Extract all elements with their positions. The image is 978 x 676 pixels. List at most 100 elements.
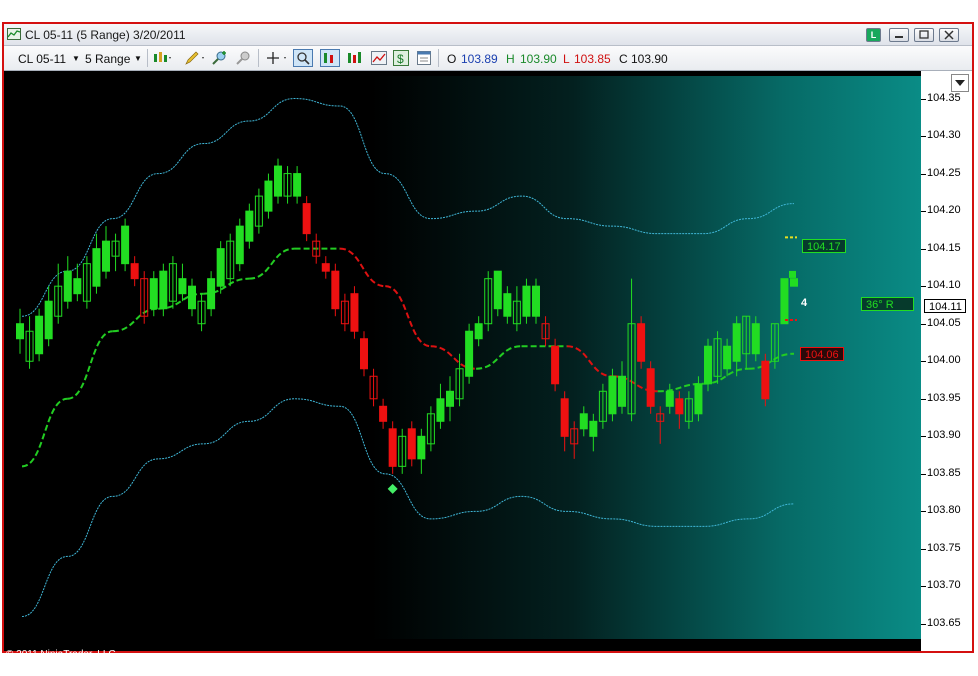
signal-diamond xyxy=(387,483,398,494)
zoom-in-icon[interactable] xyxy=(212,50,228,66)
candle-body xyxy=(532,285,540,317)
crosshair-icon[interactable] xyxy=(265,50,289,66)
close-icon xyxy=(944,30,954,40)
y-tick-label: 103.65 xyxy=(927,616,961,629)
y-tick-mark xyxy=(921,98,926,100)
price-plot[interactable] xyxy=(4,76,921,639)
link-button[interactable]: L xyxy=(866,28,881,42)
candle-body xyxy=(417,435,426,460)
maximize-button[interactable] xyxy=(914,28,934,42)
indicators-icon[interactable] xyxy=(346,50,362,66)
candle-body xyxy=(780,278,789,325)
chart-trader-icon[interactable]: $ xyxy=(393,50,409,66)
candle-body xyxy=(149,278,158,310)
price-panel[interactable] xyxy=(4,76,921,639)
x-tick-label: 20:24 xyxy=(484,665,510,676)
candle-body xyxy=(761,360,770,400)
candle-body xyxy=(130,263,139,280)
y-tick-mark xyxy=(921,548,926,550)
y-tick-label: 103.80 xyxy=(927,504,961,517)
instrument-selector[interactable]: CL 05-11 xyxy=(18,52,66,66)
draw-pencil-icon[interactable] xyxy=(184,50,206,66)
minimize-button[interactable] xyxy=(889,28,909,42)
candle-body xyxy=(35,315,44,355)
title-bar[interactable]: CL 05-11 (5 Range) 3/20/2011 L xyxy=(4,24,972,46)
candle-body xyxy=(665,390,674,407)
moving-average-segment xyxy=(67,330,114,400)
window-title: CL 05-11 (5 Range) 3/20/2011 xyxy=(25,28,186,42)
y-tick-label: 103.70 xyxy=(927,579,961,592)
x-tick-label: 20:31 xyxy=(664,665,690,676)
candle-body xyxy=(207,278,216,310)
candle-body xyxy=(379,405,388,422)
y-tick-label: 103.75 xyxy=(927,541,961,554)
candle-body xyxy=(618,375,626,407)
y-tick-mark xyxy=(921,623,926,625)
maximize-icon xyxy=(919,30,929,39)
y-tick-label: 104.10 xyxy=(927,279,961,292)
moving-average-segment xyxy=(476,345,522,370)
candle-body xyxy=(44,300,53,340)
candle-body xyxy=(704,345,712,385)
y-tick-mark xyxy=(921,436,926,438)
x-tick-label: 20:14 xyxy=(304,665,330,676)
moving-average-segment xyxy=(21,397,68,468)
candle-body xyxy=(274,165,282,197)
x-tick-label: 20:40 xyxy=(724,665,750,676)
y-tick-mark xyxy=(921,398,926,400)
chart-app-icon xyxy=(7,28,21,40)
open-label: O xyxy=(447,52,457,66)
open-value: 103.89 xyxy=(461,52,498,66)
trend-angle-label: 36° R xyxy=(861,297,914,311)
x-tick-label: 19:33 xyxy=(64,665,90,676)
bar-chart-toggle-icon[interactable] xyxy=(320,49,340,67)
candle-body xyxy=(16,323,24,340)
y-tick-mark xyxy=(921,211,926,213)
scroll-down-button[interactable] xyxy=(951,74,969,92)
candle-body xyxy=(360,338,368,370)
candle-body xyxy=(436,398,445,422)
close-value: 103.90 xyxy=(631,52,668,66)
strategies-icon[interactable] xyxy=(371,50,387,66)
y-tick-mark xyxy=(921,586,926,588)
candle-body xyxy=(321,263,330,272)
candle-body xyxy=(493,270,502,310)
candle-body xyxy=(178,278,187,295)
x-tick-label: 19:29 xyxy=(4,665,30,676)
candle-body xyxy=(474,323,483,340)
candle-body xyxy=(694,383,703,415)
x-tick-label: 20:16 xyxy=(364,665,390,676)
instrument-dropdown-icon[interactable]: ▼ xyxy=(72,54,80,63)
y-tick-label: 103.85 xyxy=(927,466,961,479)
toolbar-separator xyxy=(438,49,439,67)
y-tick-mark xyxy=(921,136,926,138)
moving-average-segment xyxy=(385,285,431,348)
candle-body xyxy=(723,345,732,370)
chart-toolbar: CL 05-11 ▼ 5 Range ▼ $ O 103.89 H 103.90… xyxy=(4,46,972,71)
y-tick-mark xyxy=(921,248,926,250)
toolbar-separator xyxy=(258,49,259,67)
zoom-out-icon[interactable] xyxy=(236,50,252,66)
chart-style-icon[interactable] xyxy=(152,50,172,66)
interval-dropdown-icon[interactable]: ▼ xyxy=(134,54,142,63)
data-box-icon[interactable] xyxy=(293,49,313,67)
y-tick-label: 104.35 xyxy=(927,91,961,104)
candle-body xyxy=(560,398,569,437)
close-button[interactable] xyxy=(939,28,959,42)
candle-body xyxy=(503,293,512,317)
interval-selector[interactable]: 5 Range xyxy=(85,52,130,66)
bar-counter: 4 xyxy=(801,297,808,309)
candle-body xyxy=(235,225,244,265)
y-tick-mark xyxy=(921,323,926,325)
candle-body xyxy=(92,248,101,287)
chart-area[interactable]: 104.35 104.30 104.25 104.20 104.15 104.10 104.… xyxy=(4,71,972,676)
candle-body xyxy=(293,173,302,197)
properties-icon[interactable] xyxy=(416,50,432,66)
x-tick-label: 20:30 xyxy=(604,665,630,676)
price-axis[interactable]: 104.35 104.30 104.25 104.20 104.15 104.10 104.… xyxy=(921,71,972,651)
candle-body xyxy=(350,293,359,332)
y-tick-label: 104.30 xyxy=(927,129,961,142)
candle-body xyxy=(102,240,110,272)
candle-body xyxy=(637,323,646,362)
upper-value-label: 104.17 xyxy=(802,239,846,253)
